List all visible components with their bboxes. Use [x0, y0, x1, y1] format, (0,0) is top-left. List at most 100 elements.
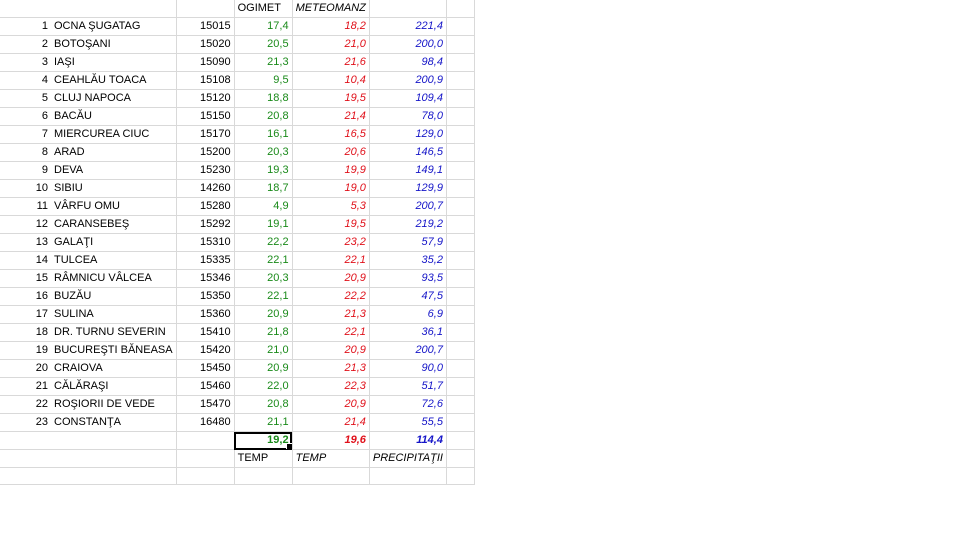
- station-name-cell[interactable]: BUZĂU: [51, 287, 177, 306]
- empty-cell[interactable]: [446, 287, 475, 306]
- precipitation-average-cell[interactable]: 114,4: [369, 431, 447, 450]
- empty-cell[interactable]: [446, 71, 475, 90]
- ogimet-temp-cell[interactable]: 21,1: [234, 413, 293, 432]
- meteomanz-temp-cell[interactable]: 19,5: [292, 215, 370, 234]
- meteomanz-temp-cell[interactable]: 22,1: [292, 251, 370, 270]
- meteomanz-temp-cell[interactable]: 21,6: [292, 53, 370, 72]
- meteomanz-temp-cell[interactable]: 22,2: [292, 287, 370, 306]
- station-code-cell[interactable]: 15470: [176, 395, 235, 414]
- empty-cell[interactable]: [176, 431, 235, 450]
- row-number-cell[interactable]: 10: [0, 179, 51, 198]
- empty-cell[interactable]: [446, 359, 475, 378]
- row-number-cell[interactable]: 8: [0, 143, 51, 162]
- precipitation-cell[interactable]: 90,0: [369, 359, 447, 378]
- station-code-cell[interactable]: 15310: [176, 233, 235, 252]
- ogimet-temp-cell[interactable]: 20,8: [234, 395, 293, 414]
- header-ogimet[interactable]: OGIMET: [234, 0, 293, 18]
- empty-cell[interactable]: [51, 449, 177, 468]
- empty-cell[interactable]: [446, 233, 475, 252]
- empty-cell[interactable]: [446, 323, 475, 342]
- row-number-cell[interactable]: 21: [0, 377, 51, 396]
- meteomanz-average-cell[interactable]: 19,6: [292, 431, 370, 450]
- precipitation-cell[interactable]: 98,4: [369, 53, 447, 72]
- precipitation-cell[interactable]: 149,1: [369, 161, 447, 180]
- station-code-cell[interactable]: 15020: [176, 35, 235, 54]
- station-name-cell[interactable]: DEVA: [51, 161, 177, 180]
- ogimet-temp-cell[interactable]: 16,1: [234, 125, 293, 144]
- station-code-cell[interactable]: 15150: [176, 107, 235, 126]
- station-code-cell[interactable]: 15090: [176, 53, 235, 72]
- row-number-cell[interactable]: 6: [0, 107, 51, 126]
- cell[interactable]: [0, 0, 51, 18]
- meteomanz-temp-cell[interactable]: 16,5: [292, 125, 370, 144]
- precipitation-cell[interactable]: 35,2: [369, 251, 447, 270]
- empty-cell[interactable]: [234, 467, 293, 485]
- footer-label-precip[interactable]: PRECIPITAŢII: [369, 449, 447, 468]
- station-name-cell[interactable]: SIBIU: [51, 179, 177, 198]
- ogimet-temp-cell[interactable]: 21,0: [234, 341, 293, 360]
- station-code-cell[interactable]: 15230: [176, 161, 235, 180]
- station-code-cell[interactable]: 15360: [176, 305, 235, 324]
- station-name-cell[interactable]: CLUJ NAPOCA: [51, 89, 177, 108]
- empty-cell[interactable]: [446, 161, 475, 180]
- ogimet-temp-cell[interactable]: 9,5: [234, 71, 293, 90]
- meteomanz-temp-cell[interactable]: 21,4: [292, 413, 370, 432]
- row-number-cell[interactable]: 18: [0, 323, 51, 342]
- empty-cell[interactable]: [0, 449, 51, 468]
- station-name-cell[interactable]: SULINA: [51, 305, 177, 324]
- ogimet-temp-cell[interactable]: 18,7: [234, 179, 293, 198]
- station-code-cell[interactable]: 15335: [176, 251, 235, 270]
- row-number-cell[interactable]: 17: [0, 305, 51, 324]
- meteomanz-temp-cell[interactable]: 19,5: [292, 89, 370, 108]
- empty-cell[interactable]: [446, 449, 475, 468]
- precipitation-cell[interactable]: 129,0: [369, 125, 447, 144]
- station-code-cell[interactable]: 15280: [176, 197, 235, 216]
- fill-handle[interactable]: [285, 443, 292, 449]
- ogimet-temp-cell[interactable]: 20,3: [234, 143, 293, 162]
- ogimet-temp-cell[interactable]: 22,2: [234, 233, 293, 252]
- meteomanz-temp-cell[interactable]: 20,9: [292, 341, 370, 360]
- ogimet-temp-cell[interactable]: 22,1: [234, 251, 293, 270]
- row-number-cell[interactable]: 12: [0, 215, 51, 234]
- meteomanz-temp-cell[interactable]: 22,1: [292, 323, 370, 342]
- station-name-cell[interactable]: RÂMNICU VÂLCEA: [51, 269, 177, 288]
- empty-cell[interactable]: [446, 179, 475, 198]
- ogimet-temp-cell[interactable]: 20,9: [234, 305, 293, 324]
- station-code-cell[interactable]: 15350: [176, 287, 235, 306]
- meteomanz-temp-cell[interactable]: 10,4: [292, 71, 370, 90]
- precipitation-cell[interactable]: 36,1: [369, 323, 447, 342]
- empty-cell[interactable]: [446, 395, 475, 414]
- meteomanz-temp-cell[interactable]: 20,9: [292, 395, 370, 414]
- empty-cell[interactable]: [51, 467, 177, 485]
- cell[interactable]: [176, 0, 235, 18]
- empty-cell[interactable]: [446, 215, 475, 234]
- precipitation-cell[interactable]: 78,0: [369, 107, 447, 126]
- cell[interactable]: [369, 0, 447, 18]
- ogimet-temp-cell[interactable]: 21,8: [234, 323, 293, 342]
- meteomanz-temp-cell[interactable]: 21,0: [292, 35, 370, 54]
- empty-cell[interactable]: [446, 125, 475, 144]
- empty-cell[interactable]: [176, 449, 235, 468]
- station-name-cell[interactable]: BACĂU: [51, 107, 177, 126]
- meteomanz-temp-cell[interactable]: 19,0: [292, 179, 370, 198]
- row-number-cell[interactable]: 15: [0, 269, 51, 288]
- meteomanz-temp-cell[interactable]: 5,3: [292, 197, 370, 216]
- precipitation-cell[interactable]: 109,4: [369, 89, 447, 108]
- precipitation-cell[interactable]: 200,7: [369, 341, 447, 360]
- station-name-cell[interactable]: CEAHLĂU TOACA: [51, 71, 177, 90]
- ogimet-temp-cell[interactable]: 17,4: [234, 17, 293, 36]
- station-name-cell[interactable]: CONSTANŢA: [51, 413, 177, 432]
- meteomanz-temp-cell[interactable]: 18,2: [292, 17, 370, 36]
- station-name-cell[interactable]: BOTOŞANI: [51, 35, 177, 54]
- station-code-cell[interactable]: 15420: [176, 341, 235, 360]
- row-number-cell[interactable]: 16: [0, 287, 51, 306]
- cell[interactable]: [446, 0, 475, 18]
- ogimet-temp-cell[interactable]: 22,0: [234, 377, 293, 396]
- empty-cell[interactable]: [446, 53, 475, 72]
- row-number-cell[interactable]: 4: [0, 71, 51, 90]
- precipitation-cell[interactable]: 47,5: [369, 287, 447, 306]
- empty-cell[interactable]: [446, 251, 475, 270]
- precipitation-cell[interactable]: 146,5: [369, 143, 447, 162]
- empty-cell[interactable]: [51, 431, 177, 450]
- ogimet-temp-cell[interactable]: 19,1: [234, 215, 293, 234]
